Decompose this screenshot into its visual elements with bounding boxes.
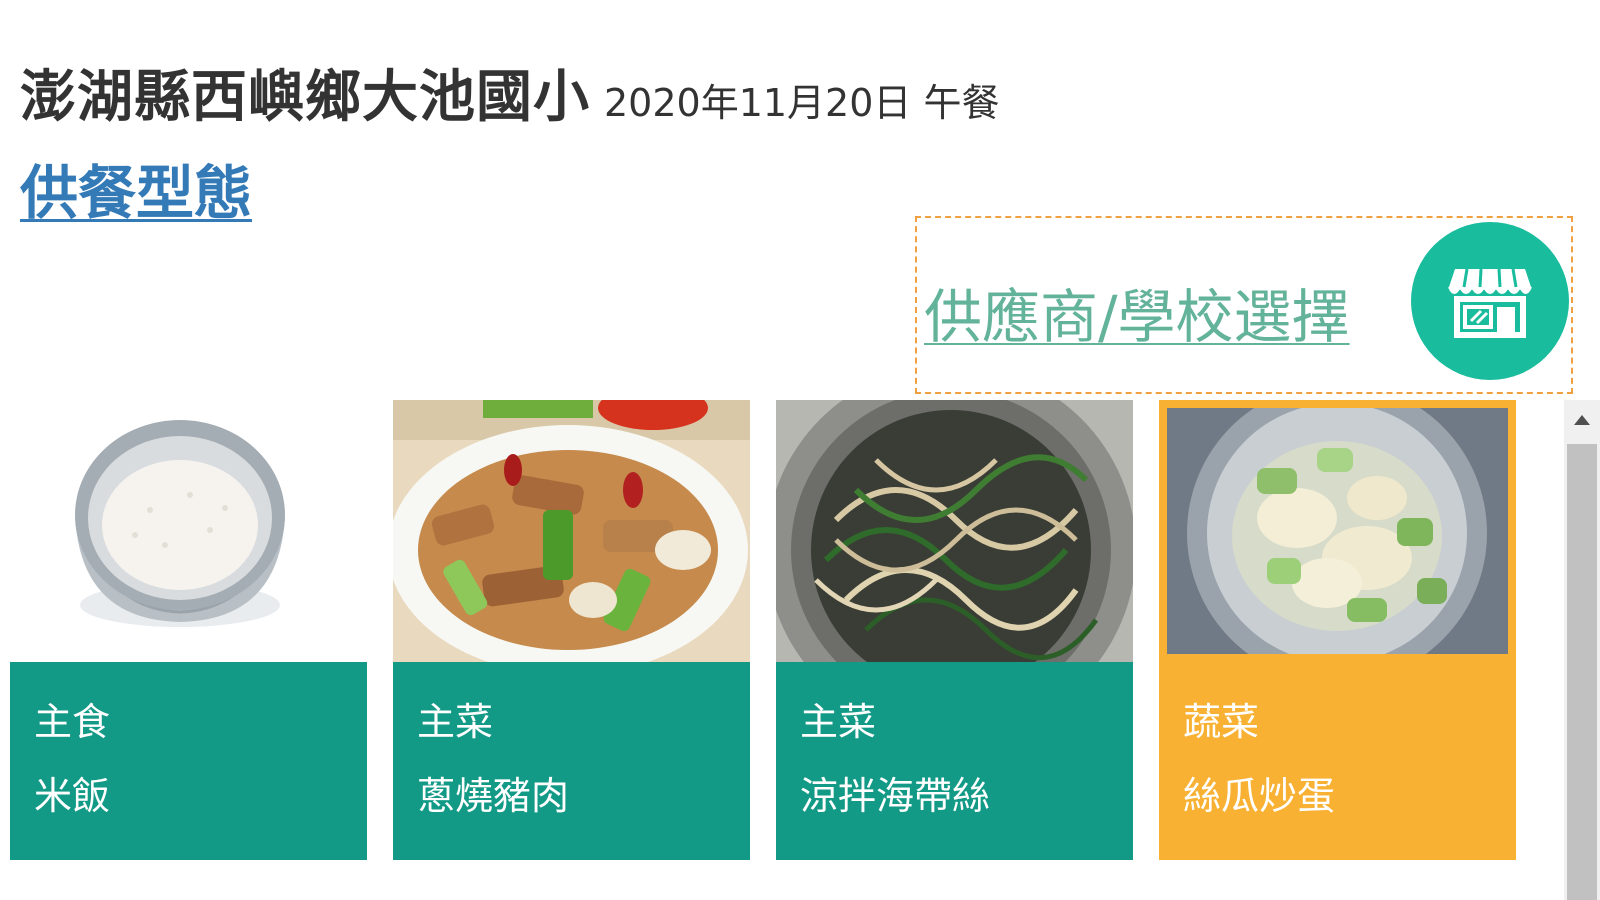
- store-icon: [1448, 268, 1532, 338]
- scroll-up-arrow-icon[interactable]: [1564, 404, 1600, 436]
- dish-name: 蔥燒豬肉: [417, 774, 570, 818]
- scrollbar-thumb[interactable]: [1567, 444, 1597, 900]
- dish-category: 主食: [34, 700, 111, 744]
- dish-label: 主菜 蔥燒豬肉: [393, 662, 750, 860]
- dish-label: 蔬菜 絲瓜炒蛋: [1159, 662, 1516, 860]
- dish-card[interactable]: 主菜 涼拌海帶絲: [776, 400, 1133, 860]
- dish-name: 米飯: [34, 774, 111, 818]
- store-button[interactable]: [1411, 222, 1569, 380]
- dish-label: 主菜 涼拌海帶絲: [776, 662, 1133, 860]
- dish-category: 主菜: [417, 700, 494, 744]
- scallion-pork-photo: [393, 400, 750, 662]
- dish-name: 涼拌海帶絲: [800, 774, 991, 818]
- meal-date: 2020年11月20日 午餐: [604, 81, 1000, 125]
- dish-name: 絲瓜炒蛋: [1183, 774, 1336, 818]
- supplier-school-select-link[interactable]: 供應商/學校選擇: [924, 270, 1350, 354]
- school-name: 澎湖縣西嶼鄉大池國小: [20, 65, 590, 130]
- dish-category: 蔬菜: [1183, 700, 1260, 744]
- vertical-scrollbar[interactable]: [1564, 400, 1600, 900]
- rice-bowl-photo: [10, 400, 367, 662]
- dish-card-selected[interactable]: 蔬菜 絲瓜炒蛋: [1159, 400, 1516, 860]
- dish-card[interactable]: 主食 米飯: [10, 400, 367, 860]
- dish-label: 主食 米飯: [10, 662, 367, 860]
- dish-category: 主菜: [800, 700, 877, 744]
- dish-card[interactable]: 主菜 蔥燒豬肉: [393, 400, 750, 860]
- meal-type-link[interactable]: 供餐型態: [20, 146, 252, 230]
- loofah-egg-photo: [1159, 400, 1516, 662]
- seaweed-salad-photo: [776, 400, 1133, 662]
- page-header: 澎湖縣西嶼鄉大池國小 2020年11月20日 午餐: [20, 52, 1000, 133]
